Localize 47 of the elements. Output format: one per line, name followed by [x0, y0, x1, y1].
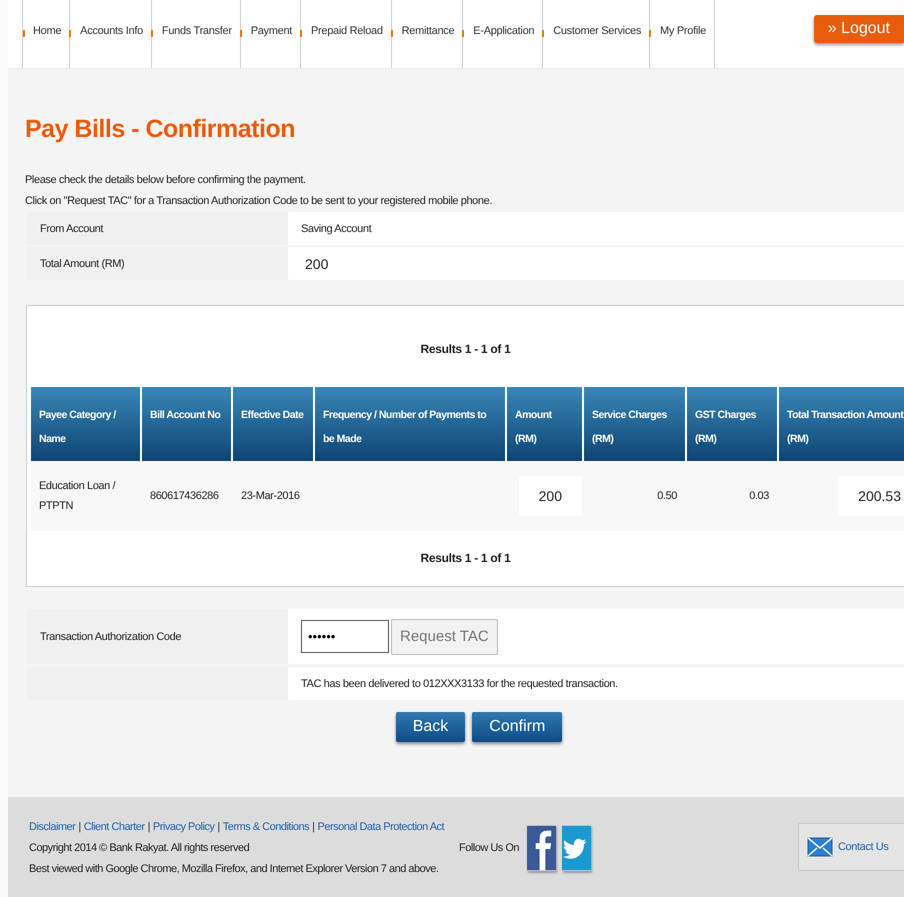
field-value: Saving Account	[301, 222, 372, 234]
footer-link[interactable]: Privacy Policy	[152, 819, 214, 835]
instruction-text: Click on "Request TAC" for a Transaction Authorization Code to be sent to your registered mobile phone.	[25, 194, 493, 209]
bird-icon[interactable]	[562, 825, 592, 871]
results-count: Results 1 - 1 of 1	[420, 342, 510, 356]
field-label: Total Amount (RM)	[27, 247, 288, 280]
follow-label: Follow Us On	[459, 841, 520, 856]
table-cell-text: 0.50	[657, 488, 677, 504]
column-header: Frequency / Number of Payments to be Made	[315, 386, 505, 461]
column-header: Bill Account No	[142, 386, 231, 461]
footer-link[interactable]: Client Charter	[84, 819, 145, 835]
table-cell-text: Education Loan / PTPTN	[39, 478, 116, 514]
link-separator: |	[217, 820, 220, 835]
column-header: Effective Date	[233, 386, 313, 461]
tac-message: TAC has been delivered to 012XXX3133 for the requested transaction.	[301, 678, 618, 690]
envelope-icon	[807, 837, 833, 857]
column-header: Amount (RM)	[507, 386, 582, 461]
table-cell: 200	[518, 476, 582, 516]
field-label: Transaction Authorization Code	[27, 609, 288, 664]
table-cell-text: 0.03	[749, 488, 769, 504]
link-separator: |	[148, 820, 150, 835]
page-title: Pay Bills - Confirmation	[25, 115, 296, 144]
action-button[interactable]: Confirm	[472, 712, 562, 742]
nav-link[interactable]: My Profile	[650, 0, 715, 68]
column-header: GST Charges (RM)	[687, 386, 777, 461]
footer-link[interactable]: Disclaimer	[29, 819, 76, 835]
column-header: Total Transaction Amount (RM)	[779, 386, 904, 461]
action-button[interactable]: Back	[396, 712, 466, 742]
link-separator: |	[312, 820, 314, 835]
link-separator: |	[78, 820, 81, 835]
table-cell-text: 23-Mar-2016	[241, 488, 300, 504]
logout-button[interactable]: » Logout	[814, 15, 904, 43]
f-icon[interactable]	[527, 825, 556, 871]
table-cell-text: 860617436286	[150, 488, 219, 504]
column-header: Service Charges (RM)	[584, 386, 685, 461]
field-label: From Account	[27, 212, 288, 245]
field-value: 200	[304, 256, 328, 272]
column-header: Payee Category / Name	[31, 386, 140, 461]
results-count: Results 1 - 1 of 1	[420, 551, 510, 566]
contact-button[interactable]: Contact Us	[798, 823, 904, 871]
footer-link[interactable]: Terms & Conditions	[222, 819, 310, 835]
instruction-text: Please check the details below before confirming the payment.	[25, 173, 307, 188]
copyright-text: Copyright 2014 © Bank Rakyat. All rights reserved	[29, 841, 250, 856]
tac-input-field[interactable]: ••••••	[301, 620, 389, 653]
browser-note: Best viewed with Google Chrome, Mozilla Firefox, and Internet Explorer Version 7 and above.	[29, 862, 438, 877]
table-cell: 200.53	[838, 476, 904, 516]
footer-link[interactable]: Personal Data Protection Act	[317, 819, 444, 835]
